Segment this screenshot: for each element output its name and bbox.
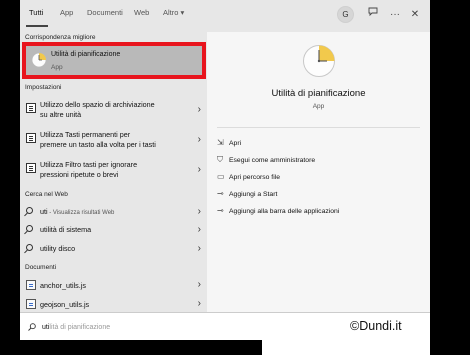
- search-icon: [26, 207, 33, 214]
- search-icon: [28, 323, 36, 331]
- action-pin-to-taskbar[interactable]: ⊸ Aggiungi alla barra delle applicazioni: [217, 206, 339, 215]
- web-result-hint: - Visualizza risultati Web: [47, 210, 115, 216]
- chevron-right-icon: ›: [197, 206, 201, 217]
- document-result-item[interactable]: anchor_utils.js ›: [20, 277, 207, 293]
- action-pin-to-start[interactable]: ⊸ Aggiungi a Start: [217, 189, 277, 198]
- settings-item-sticky-keys[interactable]: Utilizza Tasti permanenti per premere un…: [20, 128, 207, 152]
- preview-subtitle: App: [312, 103, 325, 110]
- task-scheduler-icon: [31, 52, 47, 68]
- action-run-as-admin[interactable]: ⛉ Esegui come amministratore: [217, 155, 315, 165]
- search-input[interactable]: utilità di pianificazione: [42, 324, 110, 331]
- search-icon: [26, 225, 33, 232]
- document-name: anchor_utils.js: [40, 281, 86, 290]
- document-name: geojson_utils.js: [40, 300, 90, 309]
- more-icon[interactable]: ···: [386, 6, 404, 24]
- settings-item-line1: Utilizza Filtro tasti per ignorare: [40, 160, 138, 169]
- open-icon: ⇲: [217, 138, 224, 147]
- chevron-right-icon: ›: [197, 134, 201, 145]
- action-label: Apri percorso file: [229, 174, 280, 181]
- web-result-query: utility disco: [40, 244, 76, 253]
- action-label: Aggiungi a Start: [229, 191, 278, 198]
- feedback-icon[interactable]: [364, 6, 382, 24]
- tab-web[interactable]: Web: [134, 8, 149, 17]
- section-best-match: Corrispondenza migliore: [25, 34, 96, 41]
- section-settings: Impostazioni: [25, 84, 62, 91]
- settings-item-text: Utilizza Filtro tasti per ignorare press…: [40, 160, 185, 180]
- web-result-item[interactable]: utilità di sistema ›: [20, 222, 207, 238]
- active-tab-indicator: [26, 25, 48, 27]
- action-label: Apri: [229, 140, 242, 147]
- web-result-query: uti: [40, 207, 48, 216]
- settings-item-text: Utilizza Tasti permanenti per premere un…: [40, 130, 185, 150]
- best-match-subtitle: App: [51, 64, 63, 71]
- start-search-panel: Tutti App Documenti Web Altro ▾ G ··· ✕ …: [20, 0, 430, 340]
- tab-apps[interactable]: App: [60, 8, 73, 17]
- section-documents: Documenti: [25, 264, 57, 271]
- close-icon[interactable]: ✕: [406, 6, 424, 24]
- preview-pane: Utilità di pianificazione App ⇲ Apri ⛉ Ese…: [207, 32, 430, 312]
- watermark: ©Dundi.it: [350, 319, 402, 333]
- chevron-right-icon: ›: [197, 164, 201, 175]
- best-match-title: Utilità di pianificazione: [51, 51, 121, 58]
- settings-icon: [26, 103, 36, 113]
- search-tab-bar: Tutti App Documenti Web Altro ▾ G ··· ✕: [20, 0, 430, 32]
- best-match-result[interactable]: Utilità di pianificazione App: [22, 42, 206, 79]
- shield-icon: ⛉: [217, 155, 223, 164]
- settings-item-line2: pressioni ripetute o brevi: [40, 170, 119, 179]
- tab-all[interactable]: Tutti: [29, 8, 43, 17]
- avatar[interactable]: G: [337, 6, 354, 23]
- tab-documents[interactable]: Documenti: [87, 8, 123, 17]
- folder-icon: ▭: [217, 172, 225, 181]
- pin-icon: ⊸: [217, 206, 224, 215]
- settings-item-text: Utilizzo dello spazio di archiviazione s…: [40, 100, 185, 120]
- settings-icon: [26, 163, 36, 173]
- web-result-item[interactable]: utility disco ›: [20, 241, 207, 257]
- action-open[interactable]: ⇲ Apri: [217, 138, 241, 147]
- action-label: Esegui come amministratore: [229, 157, 316, 164]
- settings-icon: [26, 133, 36, 143]
- js-file-icon: [26, 280, 36, 290]
- settings-item-line2: su altre unità: [40, 110, 82, 119]
- settings-item-line1: Utilizza Tasti permanenti per: [40, 130, 131, 139]
- settings-item-line2: premere un tasto alla volta per i tasti: [40, 140, 156, 149]
- action-label: Aggiungi alla barra delle applicazioni: [229, 208, 340, 215]
- task-scheduler-icon: [303, 45, 335, 77]
- web-result-item[interactable]: uti - Visualizza risultati Web ›: [20, 204, 207, 220]
- divider: [217, 127, 420, 128]
- section-web-search: Cerca nel Web: [25, 191, 68, 198]
- settings-item-storage[interactable]: Utilizzo dello spazio di archiviazione s…: [20, 98, 207, 122]
- js-file-icon: [26, 299, 36, 309]
- settings-item-filter-keys[interactable]: Utilizza Filtro tasti per ignorare press…: [20, 158, 207, 182]
- chevron-right-icon: ›: [197, 104, 201, 115]
- settings-item-line1: Utilizzo dello spazio di archiviazione: [40, 100, 155, 109]
- search-icon: [26, 244, 33, 251]
- search-autocomplete-text: lità di pianificazione: [49, 324, 111, 331]
- web-result-text: uti - Visualizza risultati Web: [40, 207, 185, 218]
- preview-title: Utilità di pianificazione: [271, 88, 366, 99]
- chevron-right-icon: ›: [197, 298, 201, 309]
- taskbar-strip: [262, 340, 430, 355]
- chevron-right-icon: ›: [197, 224, 201, 235]
- results-list: Corrispondenza migliore Utilità di piani…: [20, 32, 207, 312]
- chevron-right-icon: ›: [197, 243, 201, 254]
- chevron-right-icon: ›: [197, 279, 201, 290]
- web-result-query: utilità di sistema: [40, 225, 92, 234]
- tab-more[interactable]: Altro ▾: [163, 8, 184, 17]
- action-open-file-location[interactable]: ▭ Apri percorso file: [217, 172, 280, 181]
- document-result-item[interactable]: geojson_utils.js ›: [20, 296, 207, 312]
- pin-icon: ⊸: [217, 189, 224, 198]
